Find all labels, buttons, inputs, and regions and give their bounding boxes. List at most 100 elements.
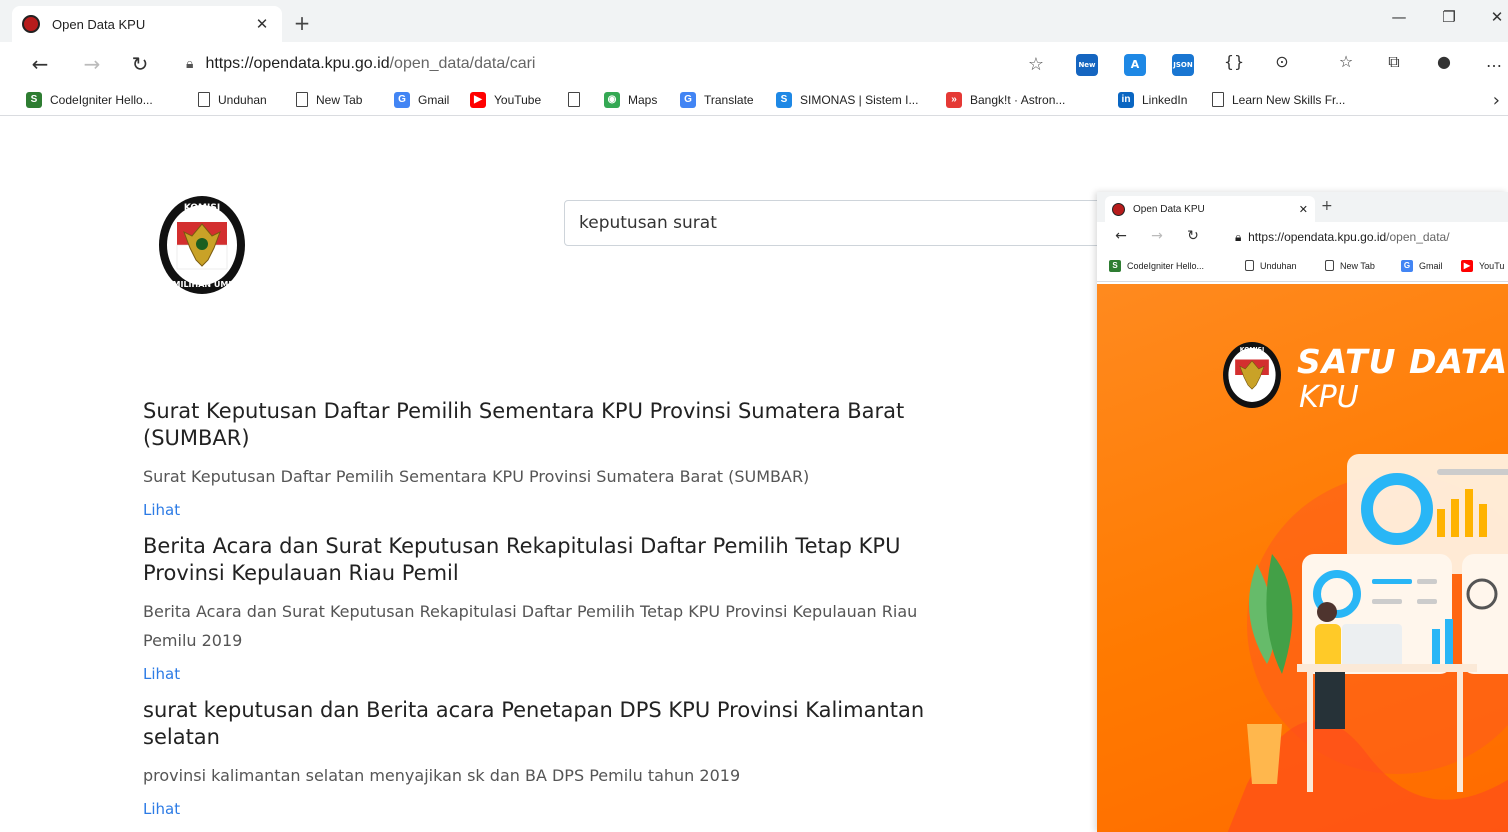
bookmark-item[interactable] xyxy=(568,92,588,107)
back-icon[interactable]: ← xyxy=(1111,228,1131,244)
google-icon: G xyxy=(394,92,410,108)
bookmarks-overflow-chevron-icon[interactable]: › xyxy=(1493,90,1500,111)
bookmarks-bar: › S CodeIgniter Hello... Unduhan New Tab G Gm… xyxy=(0,86,1508,116)
close-tab-icon[interactable]: ✕ xyxy=(1299,203,1308,216)
favorites-list-icon[interactable]: ☆ xyxy=(1334,52,1358,71)
page-icon xyxy=(1245,260,1254,271)
extension-1-icon[interactable]: New xyxy=(1076,54,1098,76)
favorite-star-icon[interactable]: ☆ xyxy=(1028,54,1044,75)
bookmark-label: Maps xyxy=(628,93,658,107)
bookmark-label: CodeIgniter Hello... xyxy=(50,93,153,107)
bookmark-item[interactable]: S SIMONAS | Sistem I... xyxy=(776,92,918,108)
kpu-favicon-icon xyxy=(1112,202,1125,216)
svg-text:PEMILIHAN UMUM: PEMILIHAN UMUM xyxy=(161,280,243,289)
profile-avatar-icon[interactable]: ● xyxy=(1432,52,1456,71)
result-view-link[interactable]: Lihat xyxy=(143,800,943,818)
collections-icon[interactable]: ⧉ xyxy=(1382,52,1406,72)
bookmark-item[interactable]: ◉ Maps xyxy=(604,92,657,108)
bookmark-item[interactable]: in LinkedIn xyxy=(1118,92,1187,108)
back-icon[interactable]: ← xyxy=(26,50,54,78)
new-tab-icon[interactable]: + xyxy=(290,11,314,35)
address-bar[interactable]: 🔒︎ https://opendata.kpu.go.id/open_data/… xyxy=(172,48,1056,80)
lock-icon: 🔒︎ xyxy=(186,56,194,72)
more-menu-icon[interactable]: … xyxy=(1482,52,1506,71)
bookmark-label: Learn New Skills Fr... xyxy=(1232,92,1346,107)
forward-icon[interactable]: → xyxy=(78,50,106,78)
forward-icon[interactable]: → xyxy=(1147,228,1167,244)
page-icon xyxy=(568,92,580,107)
simonas-icon: S xyxy=(776,92,792,108)
extension-3-icon[interactable]: JSON xyxy=(1172,54,1194,76)
minimize-icon[interactable]: — xyxy=(1384,8,1414,26)
result-view-link[interactable]: Lihat xyxy=(143,501,943,519)
overlay-bookmark-item[interactable]: New Tab xyxy=(1325,260,1375,271)
bookmark-label: YouTube xyxy=(494,93,542,107)
search-input[interactable] xyxy=(564,200,1124,246)
bookmark-item[interactable]: G Translate xyxy=(680,92,754,108)
result-item: surat keputusan dan Berita acara Penetap… xyxy=(143,697,943,818)
overlay-bookmarks-bar: S CodeIgniter Hello... Unduhan New Tab G Gmai… xyxy=(1097,252,1508,282)
dashboard-illustration xyxy=(1227,454,1508,832)
bookmark-label: CodeIgniter Hello... xyxy=(1127,261,1205,271)
bookmark-label: Unduhan xyxy=(1260,260,1297,271)
overlay-bookmark-item[interactable]: Unduhan xyxy=(1245,260,1297,271)
result-title: surat keputusan dan Berita acara Penetap… xyxy=(143,698,925,749)
bookmark-item[interactable]: G Gmail xyxy=(394,92,449,108)
overlay-tab-title: Open Data KPU xyxy=(1133,203,1205,215)
refresh-icon[interactable]: ↻ xyxy=(1183,228,1203,244)
result-item: Berita Acara dan Surat Keputusan Rekapit… xyxy=(143,533,943,683)
refresh-icon[interactable]: ↻ xyxy=(126,50,154,78)
overlay-url-text[interactable]: 🔒︎ https://opendata.kpu.go.id/open_data/ xyxy=(1235,230,1450,245)
bookmark-label: SIMONAS | Sistem I... xyxy=(800,93,919,107)
browser-tab[interactable]: Open Data KPU ✕ xyxy=(12,6,282,42)
overlay-toolbar: ← → ↻ 🔒︎ https://opendata.kpu.go.id/open… xyxy=(1097,222,1508,252)
bookmark-label: New Tab xyxy=(316,92,363,107)
bookmark-item[interactable]: S CodeIgniter Hello... xyxy=(26,92,153,108)
satu-data-hero-banner: KOMISI SATU DATA KPU xyxy=(1097,284,1508,832)
bookmark-item[interactable]: ▶ YouTube xyxy=(470,92,541,108)
page-icon xyxy=(1212,92,1224,107)
restore-icon[interactable]: ❐ xyxy=(1434,8,1464,26)
bookmark-item[interactable]: » Bangk!t · Astron... xyxy=(946,92,1065,108)
bookmark-item[interactable]: Unduhan xyxy=(198,92,267,107)
bookmark-label: Translate xyxy=(704,93,754,107)
codeigniter-icon: S xyxy=(26,92,42,108)
overlay-browser-tab[interactable]: Open Data KPU ✕ xyxy=(1105,196,1315,222)
new-tab-icon[interactable]: + xyxy=(1321,198,1333,214)
youtube-icon: ▶ xyxy=(470,92,486,108)
svg-text:KOMISI: KOMISI xyxy=(1240,346,1264,353)
result-description: provinsi kalimantan selatan menyajikan s… xyxy=(143,766,741,785)
extension-circle-icon[interactable]: ⊙ xyxy=(1270,52,1294,71)
result-view-link[interactable]: Lihat xyxy=(143,665,943,683)
kpu-logo: KOMISI PEMILIHAN UMUM xyxy=(159,196,245,294)
bookmark-item[interactable]: Learn New Skills Fr... xyxy=(1212,92,1345,107)
extension-2-icon[interactable]: A xyxy=(1124,54,1146,76)
bookmark-label: New Tab xyxy=(1340,260,1375,271)
result-item: Surat Keputusan Daftar Pemilih Sementara… xyxy=(143,398,943,519)
maps-icon: ◉ xyxy=(604,92,620,108)
page-icon xyxy=(1325,260,1334,271)
search-results: Surat Keputusan Daftar Pemilih Sementara… xyxy=(143,398,943,832)
svg-text:KOMISI: KOMISI xyxy=(184,203,220,213)
result-description: Surat Keputusan Daftar Pemilih Sementara… xyxy=(143,467,810,486)
bookmark-item[interactable]: New Tab xyxy=(296,92,362,107)
overlay-bookmark-item[interactable]: S CodeIgniter Hello... xyxy=(1109,260,1204,272)
overlay-bookmark-item[interactable]: ▶ YouTu xyxy=(1461,260,1504,272)
bookmark-label: YouTu xyxy=(1479,261,1505,271)
overlay-tab-bar: Open Data KPU ✕ + xyxy=(1097,192,1508,222)
bookmark-label: Bangk!t · Astron... xyxy=(970,93,1066,107)
linkedin-icon: in xyxy=(1118,92,1134,108)
overlay-bookmark-item[interactable]: G Gmail xyxy=(1401,260,1443,272)
translate-icon: G xyxy=(680,92,696,108)
result-title: Surat Keputusan Daftar Pemilih Sementara… xyxy=(143,399,905,450)
kpu-logo: KOMISI xyxy=(1223,341,1281,409)
close-window-icon[interactable]: ✕ xyxy=(1482,8,1508,26)
result-title: Berita Acara dan Surat Keputusan Rekapit… xyxy=(143,534,901,585)
url-text: https://opendata.kpu.go.id/open_data/dat… xyxy=(205,55,536,72)
bangkit-icon: » xyxy=(946,92,962,108)
bookmark-label: Gmail xyxy=(1419,261,1443,271)
bookmark-icon: G xyxy=(1401,260,1413,272)
json-braces-icon[interactable]: {} xyxy=(1222,52,1246,71)
tab-bar: Open Data KPU ✕ + — ❐ ✕ xyxy=(0,0,1508,42)
close-tab-icon[interactable]: ✕ xyxy=(252,15,272,33)
